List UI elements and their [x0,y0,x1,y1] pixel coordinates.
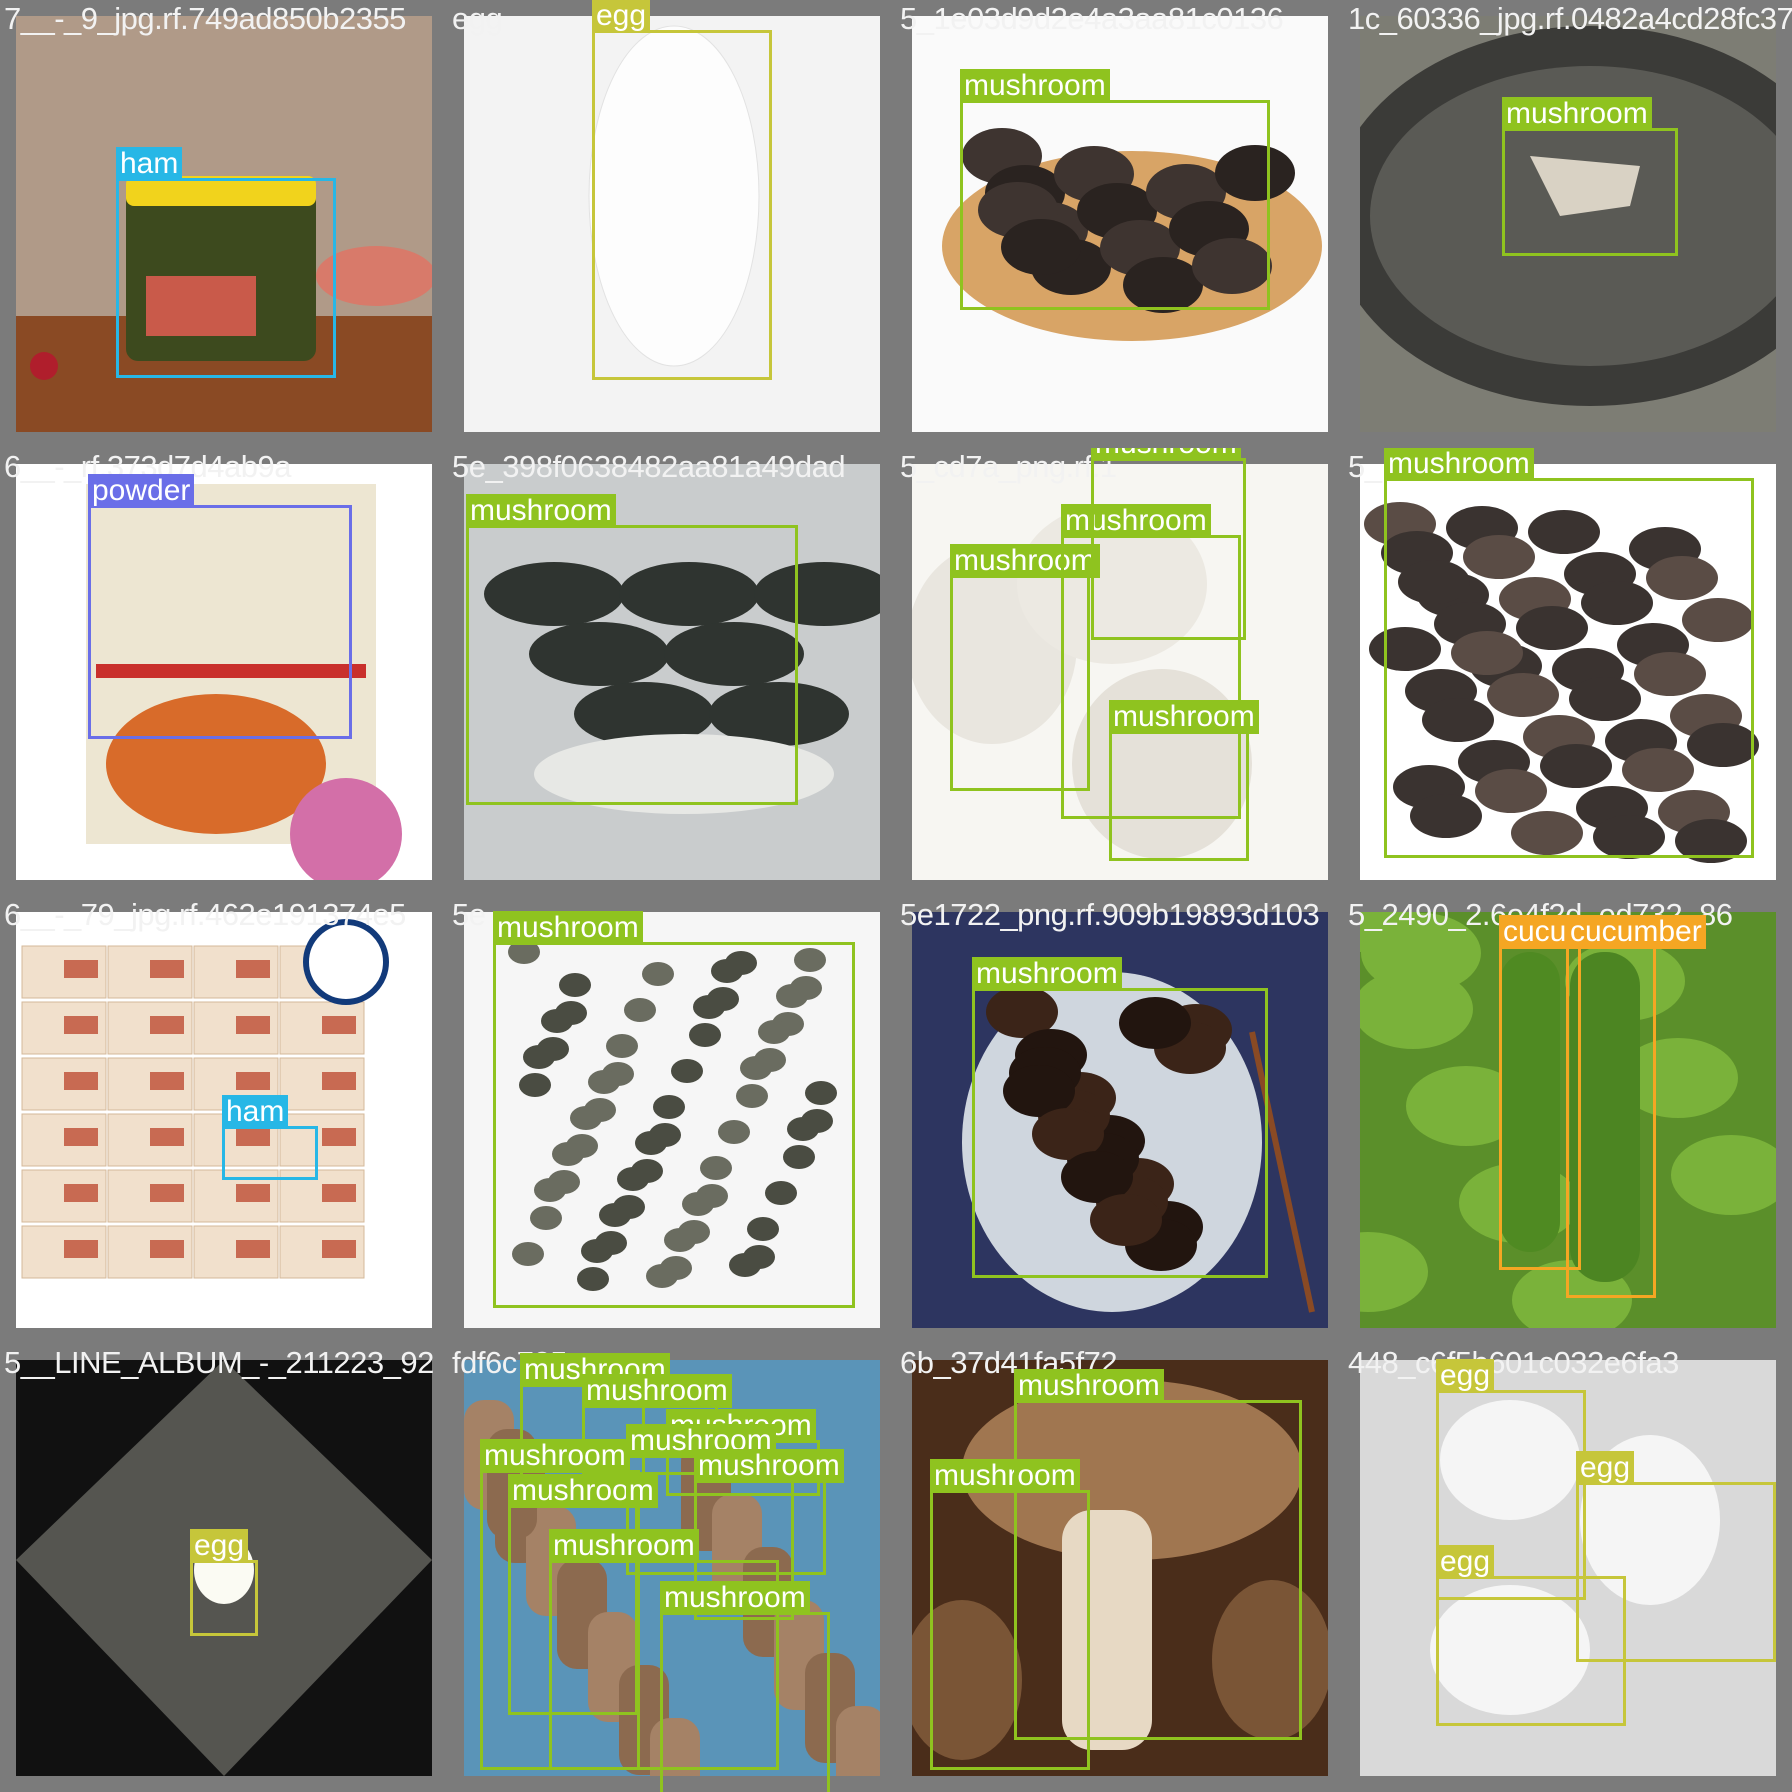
class-label: cucumber [1566,915,1706,949]
mosaic-tile: 5e mushroom [448,896,896,1344]
bounding-box-mushroom: mushroom [960,69,1270,310]
bounding-box-mushroom: mushroom [1091,448,1246,640]
bounding-box-mushroom: mushroom [493,911,855,1308]
mosaic-tile: 5_2490_2.6e4f2d_ed732_86cucumbercucumber [1344,896,1792,1344]
class-label: egg [592,0,651,33]
bounding-box-egg: egg [592,0,772,380]
mosaic-tile: 448_c6f5b601c032e6fa3 egg egg egg [1344,1344,1792,1792]
bounding-box-mushroom: mushroom [466,494,798,805]
class-label: mushroom [582,1374,732,1408]
mosaic-tile: 6b_37d41fa5f72 mushroom mushroom [896,1344,1344,1792]
mosaic-tile: 7__-_9_jpg.rf.749ad850b2355ham [0,0,448,448]
class-label: mushroom [660,1581,810,1615]
class-label: egg [1436,1545,1495,1579]
bounding-box-mushroom: mushroom [1502,97,1678,256]
class-label: mushroom [1014,1369,1164,1403]
image-filename: 6__-_79_jpg.rf.462e191374e5 [4,897,406,932]
image-filename: 5_cd7a_png.rf.1 [900,449,1117,484]
bounding-box-cucumber: cucumber [1566,915,1706,1298]
mosaic-tile: 5_cd7a_png.rf.1mushroommushroommushroomm… [896,448,1344,896]
mosaic-tile: 5__LINE_ALBUM_-_211223_92egg [0,1344,448,1792]
class-label: mushroom [1384,448,1534,481]
class-label: mushroom [493,911,643,945]
class-label: mushroom [972,957,1122,991]
bounding-box-mushroom: mushroom [972,957,1268,1278]
class-label: powder [88,474,195,508]
class-label: mushroom [960,69,1110,103]
class-label: egg [1436,1359,1495,1393]
bounding-box-egg: egg [1436,1545,1626,1726]
bounding-box-ham: ham [116,147,336,378]
class-label: egg [1576,1451,1635,1485]
bounding-box-powder: powder [88,474,352,739]
class-label: mushroom [1502,97,1652,131]
image-filename: 7__-_9_jpg.rf.749ad850b2355 [4,1,406,36]
mosaic-tile: 6__-_rf.373d7d4ab9a powder [0,448,448,896]
image-filename: 5_1e03d9d2e4a3aa81c0136 [900,1,1284,36]
class-label: mushroom [1109,700,1259,734]
class-label: mushroom [480,1439,630,1473]
image-filename: 5_ [1348,449,1382,484]
mosaic-tile: 5_ mushroom [1344,448,1792,896]
class-label: mushroom [694,1449,844,1483]
mosaic-tile: 1c_60336_jpg.rf.0482a4cd28fc37 mushroom [1344,0,1792,448]
bounding-box-mushroom: mushroom [1384,448,1754,858]
image-filename: 5__LINE_ALBUM_-_211223_92 [4,1345,434,1380]
image-filename: 5e_398f0638482aa81a49dad [452,449,846,484]
class-label: egg [190,1529,249,1563]
bounding-box-mushroom: mushroom [660,1581,830,1792]
detection-mosaic: 7__-_9_jpg.rf.749ad850b2355 ham egg egg 5_1e… [0,0,1792,1792]
image-filename: 448_c6f5b601c032e6fa3 [1348,1345,1679,1380]
mosaic-tile: 5e1722_png.rf.909b19893d103 mushroom [896,896,1344,1344]
class-label: mushroom [1091,448,1241,461]
bounding-box-mushroom: mushroom [1014,1369,1302,1740]
class-label: mushroom [549,1529,699,1563]
mosaic-tile: egg egg [448,0,896,448]
image-filename: 1c_60336_jpg.rf.0482a4cd28fc37 [1348,1,1792,36]
mosaic-tile: 6__-_79_jpg.rf.462e191374e5ham [0,896,448,1344]
bounding-box-egg: egg [190,1529,258,1636]
mosaic-tile: fdf6c785aemushroommushroommushroommushro… [448,1344,896,1792]
image-filename: egg [452,1,503,36]
bounding-box-mushroom: mushroom [1109,700,1259,861]
class-label: ham [116,147,183,181]
class-label: ham [222,1095,289,1129]
mosaic-tile: 5_1e03d9d2e4a3aa81c0136 mushroom [896,0,1344,448]
class-label: mushroom [466,494,616,528]
mosaic-tile: 5e_398f0638482aa81a49dad mushroom [448,448,896,896]
image-filename: 5e1722_png.rf.909b19893d103 [900,897,1320,932]
bounding-box-ham: ham [222,1095,318,1180]
image-filename: 5e [452,897,486,932]
